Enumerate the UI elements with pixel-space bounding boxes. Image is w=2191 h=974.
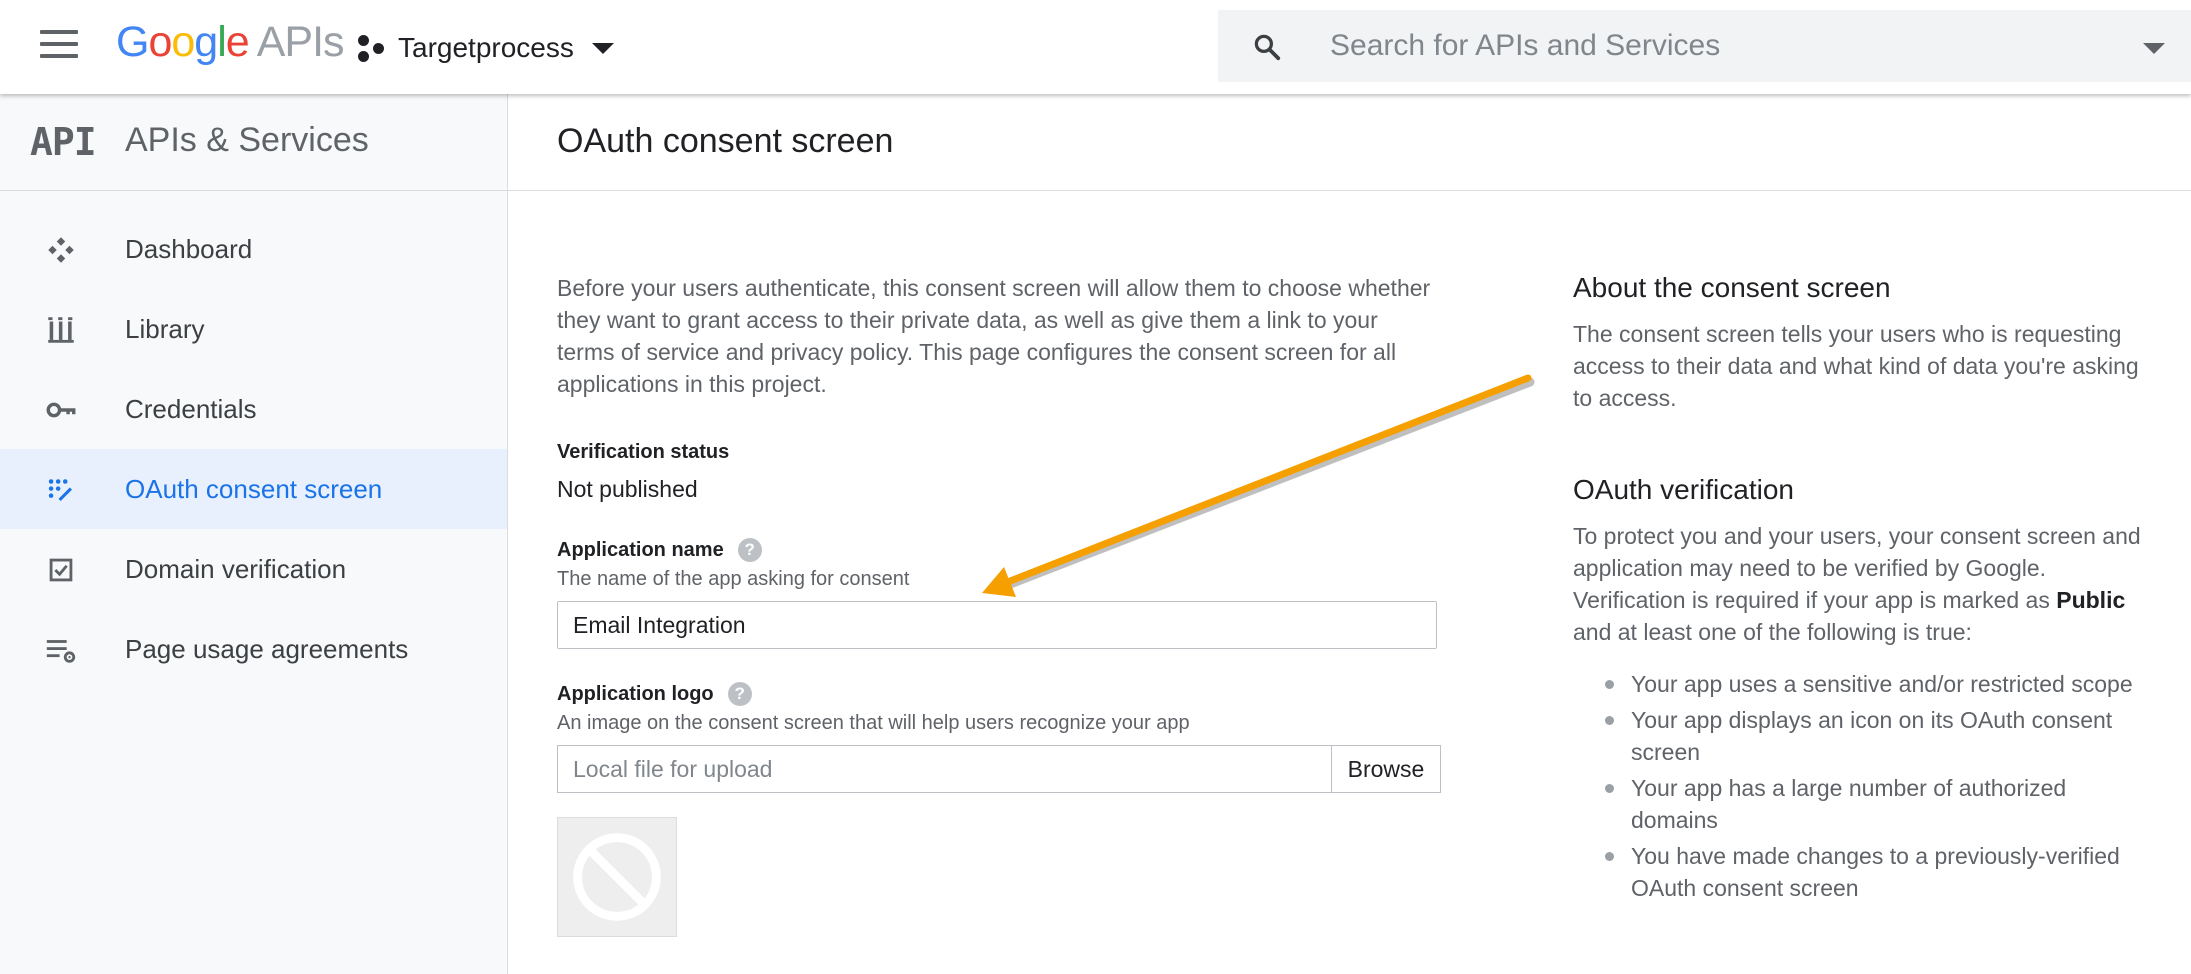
dashboard-icon: [48, 237, 74, 263]
verification-status-label: Verification status: [557, 441, 730, 463]
logo-letter: e: [225, 18, 250, 66]
google-apis-logo[interactable]: Google APIs: [116, 18, 345, 67]
search-icon: [1254, 34, 1281, 61]
library-icon: [48, 317, 74, 343]
file-upload-row: Browse: [557, 745, 1441, 793]
sidebar-item-label: Domain verification: [125, 553, 347, 584]
sidebar-item-credentials[interactable]: Credentials: [0, 369, 507, 449]
sidebar-item-label: Page usage agreements: [125, 633, 409, 664]
oauth-verification-text: To protect you and your users, your cons…: [1573, 520, 2153, 648]
application-logo-label: Application logo ?: [557, 682, 1437, 706]
search-bar[interactable]: [1218, 10, 2191, 82]
sidebar-item-dashboard[interactable]: Dashboard: [0, 209, 507, 289]
logo-letter: o: [171, 18, 195, 66]
verification-conditions-list: Your app uses a sensitive and/or restric…: [1573, 668, 2153, 904]
logo-letter: g: [194, 18, 218, 66]
logo-preview: [557, 817, 677, 937]
list-item: Your app uses a sensitive and/or restric…: [1605, 668, 2153, 700]
oauth-verification-title: OAuth verification: [1573, 474, 1794, 505]
sidebar-item-label: OAuth consent screen: [125, 473, 383, 504]
verification-status-section: Verification status Not published: [557, 441, 1437, 503]
verification-text-bold: Public: [2056, 587, 2126, 613]
intro-text: Before your users authenticate, this con…: [557, 275, 1431, 397]
consent-form: Before your users authenticate, this con…: [557, 272, 1441, 937]
verification-text-part: and at least one of the following is tru…: [1573, 619, 1972, 645]
api-icon: API: [30, 120, 97, 164]
caret-down-icon: [591, 42, 614, 54]
key-icon: [46, 402, 76, 418]
sidebar: API APIs & Services Dashboard Library Cr…: [0, 94, 508, 974]
sidebar-item-label: Dashboard: [125, 233, 253, 264]
consent-icon: [48, 479, 73, 502]
checkbox-icon: [49, 558, 73, 582]
sidebar-header: API APIs & Services: [0, 94, 507, 191]
settings-list-icon: [46, 640, 76, 663]
logo-letter: G: [116, 18, 149, 66]
menu-icon[interactable]: [40, 30, 80, 62]
sidebar-item-domain-verification[interactable]: Domain verification: [0, 529, 507, 609]
application-name-input[interactable]: [557, 601, 1437, 649]
application-name-section: Application name ? The name of the app a…: [557, 538, 1437, 649]
page-header: OAuth consent screen: [508, 94, 2191, 191]
application-name-description: The name of the app asking for consent: [557, 568, 910, 590]
no-image-icon: [573, 833, 661, 921]
logo-apis-text: APIs: [256, 18, 345, 66]
sidebar-item-label: Credentials: [125, 393, 257, 424]
application-logo-label-text: Application logo: [557, 682, 714, 705]
list-item: Your app displays an icon on its OAuth c…: [1605, 704, 2153, 768]
project-name: Targetprocess: [398, 32, 574, 63]
page-title: OAuth consent screen: [557, 122, 894, 160]
search-input[interactable]: [1330, 10, 2110, 82]
list-item: Your app has a large number of authorize…: [1605, 772, 2153, 836]
help-icon[interactable]: ?: [737, 538, 762, 562]
verification-status-value: Not published: [557, 476, 698, 502]
application-name-label: Application name ?: [557, 538, 1437, 562]
about-consent-title: About the consent screen: [1573, 272, 1891, 303]
list-item: You have made changes to a previously-ve…: [1605, 840, 2153, 904]
about-consent-text: The consent screen tells your users who …: [1573, 321, 2139, 411]
sidebar-title: APIs & Services: [125, 121, 369, 159]
browse-button[interactable]: Browse: [1331, 745, 1441, 793]
project-selector[interactable]: Targetprocess: [356, 28, 614, 68]
search-dropdown-icon[interactable]: [2143, 43, 2165, 54]
sidebar-item-library[interactable]: Library: [0, 289, 507, 369]
sidebar-item-label: Library: [125, 313, 205, 344]
sidebar-item-oauth-consent-screen[interactable]: OAuth consent screen: [0, 449, 507, 529]
application-logo-description: An image on the consent screen that will…: [557, 712, 1190, 734]
top-bar: Google APIs Targetprocess: [0, 0, 2191, 94]
file-upload-input[interactable]: [557, 745, 1331, 793]
help-icon[interactable]: ?: [727, 682, 752, 706]
project-icon: [356, 33, 386, 63]
help-panel: About the consent screen The consent scr…: [1573, 272, 2153, 908]
logo-letter: o: [148, 18, 172, 66]
application-name-label-text: Application name: [557, 538, 724, 561]
logo-letter: l: [217, 18, 227, 66]
sidebar-item-page-usage-agreements[interactable]: Page usage agreements: [0, 609, 507, 689]
application-logo-section: Application logo ? An image on the conse…: [557, 682, 1441, 937]
